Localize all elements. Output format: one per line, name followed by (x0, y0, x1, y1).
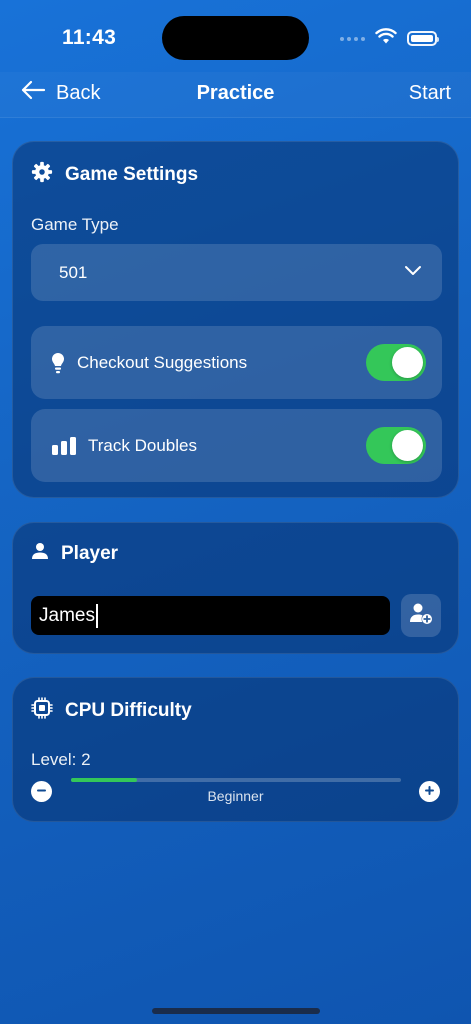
checkout-suggestions-label: Checkout Suggestions (77, 353, 248, 372)
game-type-value: 501 (59, 263, 88, 282)
status-icons (340, 28, 439, 49)
person-add-icon (409, 602, 433, 629)
battery-icon (407, 31, 439, 46)
track-doubles-row: Track Doubles (31, 409, 442, 482)
checkout-suggestions-row: Checkout Suggestions (31, 326, 442, 399)
home-indicator (152, 1008, 320, 1014)
cpu-chip-icon (31, 697, 53, 725)
game-settings-card: Game Settings Game Type 501 Checkout Sug… (12, 141, 459, 498)
cpu-difficulty-title: CPU Difficulty (65, 700, 192, 721)
game-type-select[interactable]: 501 (31, 244, 442, 301)
cpu-level-slider[interactable] (71, 778, 401, 782)
cpu-difficulty-card: CPU Difficulty Level: 2 Beginner (12, 677, 459, 822)
player-name-input[interactable]: James (31, 596, 390, 635)
navigation-bar: Back Practice Start (0, 72, 471, 118)
toggle-knob (392, 430, 423, 461)
cpu-level-label: Level: 2 (31, 750, 91, 769)
start-button[interactable]: Start (409, 82, 451, 105)
player-title: Player (61, 543, 119, 564)
cpu-level-caption: Beginner (207, 788, 264, 804)
game-settings-title: Game Settings (65, 164, 199, 185)
game-settings-header: Game Settings (31, 161, 198, 189)
track-doubles-toggle[interactable] (366, 427, 426, 464)
toggle-knob (392, 347, 423, 378)
page-title: Practice (196, 82, 275, 104)
cpu-difficulty-header: CPU Difficulty (31, 697, 192, 725)
checkout-suggestions-toggle[interactable] (366, 344, 426, 381)
player-card: Player James (12, 522, 459, 654)
lightbulb-icon (51, 326, 65, 399)
game-type-label: Game Type (31, 215, 119, 234)
chevron-down-icon (404, 264, 422, 282)
cpu-level-slider-fill (71, 778, 137, 782)
bar-chart-icon (51, 409, 77, 482)
wifi-icon (375, 28, 397, 49)
person-icon (31, 542, 49, 566)
signal-icon (340, 36, 365, 41)
add-player-button[interactable] (401, 594, 441, 637)
status-bar: 11:43 (0, 0, 471, 72)
status-time: 11:43 (62, 26, 117, 49)
text-caret (95, 603, 98, 628)
player-name-value: James (39, 605, 95, 626)
player-header: Player (31, 542, 118, 566)
track-doubles-label: Track Doubles (88, 436, 197, 455)
dynamic-island (162, 16, 309, 60)
gear-icon (31, 161, 53, 189)
